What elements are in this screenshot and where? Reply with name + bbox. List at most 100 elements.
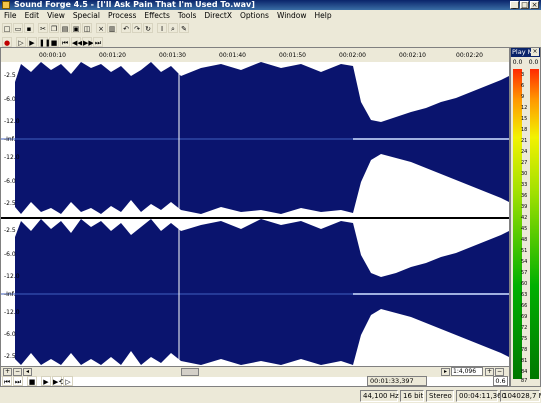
ruler-tick: 00:02:10 bbox=[399, 52, 426, 59]
meter-scale-label: 12 bbox=[521, 105, 528, 111]
peak-left: 0.0 bbox=[512, 59, 523, 66]
zoom-out-time-icon[interactable]: − bbox=[495, 368, 504, 376]
go-to-start-icon[interactable]: ⏮ bbox=[2, 376, 12, 386]
repeat-icon[interactable]: ↻ bbox=[143, 22, 153, 33]
paste-icon[interactable]: ▤ bbox=[60, 22, 70, 33]
db-label: -2.5 bbox=[4, 227, 16, 234]
left-channel[interactable]: -2.5 -6.0 -12.0 -Inf. -12.0 -6.0 -2.5 bbox=[1, 62, 509, 217]
meter-scale-label: 75 bbox=[521, 336, 528, 342]
meter-scale-label: 87 bbox=[521, 378, 528, 384]
file-length: 00:04:11,360 bbox=[456, 390, 506, 402]
pencil-tool-icon[interactable]: ✎ bbox=[179, 22, 189, 33]
redo-icon[interactable]: ↷ bbox=[132, 22, 142, 33]
menu-directx[interactable]: DirectX bbox=[200, 10, 236, 21]
menu-window[interactable]: Window bbox=[273, 10, 311, 21]
play-icon[interactable]: ▶ bbox=[27, 36, 37, 47]
cut-icon[interactable]: ✂ bbox=[38, 22, 48, 33]
stop-icon[interactable]: ■ bbox=[49, 36, 59, 47]
zoom-ratio[interactable]: 1:4,096 bbox=[451, 367, 483, 376]
meter-scale-label: 78 bbox=[521, 347, 528, 353]
meter-scale-label: 84 bbox=[521, 369, 528, 375]
menu-options[interactable]: Options bbox=[236, 10, 273, 21]
meter-scale-label: 27 bbox=[521, 160, 528, 166]
meter-scale-label: 57 bbox=[521, 270, 528, 276]
record-icon[interactable]: ● bbox=[2, 36, 12, 47]
menu-tools[interactable]: Tools bbox=[174, 10, 200, 21]
meter-scale-label: 66 bbox=[521, 303, 528, 309]
db-label: -12.0 bbox=[4, 154, 20, 161]
db-label: -2.5 bbox=[4, 353, 16, 360]
go-to-end-icon[interactable]: ⏭ bbox=[93, 36, 103, 47]
meter-scale-label: 60 bbox=[521, 281, 528, 287]
delete-icon[interactable]: × bbox=[96, 22, 106, 33]
meter-scale-label: 69 bbox=[521, 314, 528, 320]
play-looped-icon[interactable]: ▶⟲ bbox=[52, 376, 64, 386]
close-icon[interactable]: × bbox=[531, 48, 539, 56]
go-to-end-icon[interactable]: ⏭ bbox=[13, 376, 23, 386]
title-bar: Sound Forge 4.5 - [I'll Ask Pain That I'… bbox=[0, 0, 541, 10]
db-label: -6.0 bbox=[4, 251, 16, 258]
play-icon[interactable]: ▶ bbox=[41, 376, 51, 386]
meter-scale-label: 81 bbox=[521, 358, 528, 364]
undo-icon[interactable]: ↶ bbox=[121, 22, 131, 33]
app-icon bbox=[2, 1, 10, 9]
crop-icon[interactable]: ◫ bbox=[82, 22, 92, 33]
menu-special[interactable]: Special bbox=[69, 10, 104, 21]
rewind-icon[interactable]: ◀◀ bbox=[71, 36, 83, 47]
meter-scale-label: 9 bbox=[521, 94, 525, 100]
time-ruler[interactable]: 00:00:10 00:01:20 00:01:30 00:01:40 00:0… bbox=[1, 48, 509, 63]
ruler-tick: 00:00:10 bbox=[39, 52, 66, 59]
sample-rate: 44,100 Hz bbox=[360, 390, 399, 402]
standard-toolbar: □ ▭ ▪ ✂ ❐ ▤ ▣ ◫ × ▥ ↶ ↷ ↻ I ⌕ ✎ bbox=[0, 21, 541, 34]
ruler-tick: 00:01:40 bbox=[219, 52, 246, 59]
meter-scale-label: 63 bbox=[521, 292, 528, 298]
open-file-icon[interactable]: ▭ bbox=[13, 22, 23, 33]
meter-bar-right bbox=[530, 69, 539, 379]
db-label: -Inf. bbox=[4, 136, 16, 143]
db-label: -12.0 bbox=[4, 309, 20, 316]
maximize-button[interactable]: □ bbox=[520, 1, 529, 9]
zoom-in-time-icon[interactable]: + bbox=[485, 368, 494, 376]
save-icon[interactable]: ▪ bbox=[24, 22, 34, 33]
pause-icon[interactable]: ❚❚ bbox=[38, 36, 51, 47]
menu-process[interactable]: Process bbox=[104, 10, 140, 21]
meter-scale-label: 51 bbox=[521, 248, 528, 254]
new-file-icon[interactable]: □ bbox=[2, 22, 12, 33]
right-channel[interactable]: -2.5 -6.0 -12.0 -Inf. -12.0 -6.0 -2.5 bbox=[1, 219, 509, 369]
stop-icon[interactable]: ■ bbox=[27, 376, 37, 386]
close-button[interactable]: × bbox=[530, 1, 539, 9]
db-label: -Inf. bbox=[4, 291, 16, 298]
window-transport: ⏮ ⏭ ■ ▶ ▶⟲ ▷ bbox=[0, 375, 400, 387]
scroll-right-icon[interactable]: ▸ bbox=[441, 368, 450, 376]
status-message bbox=[1, 390, 358, 402]
minimize-button[interactable]: _ bbox=[510, 1, 519, 9]
waveform-window[interactable]: 00:00:10 00:01:20 00:01:30 00:01:40 00:0… bbox=[0, 47, 510, 387]
meter-scale-label: 15 bbox=[521, 116, 528, 122]
left-waveform bbox=[1, 62, 509, 217]
play-all-icon[interactable]: ▷ bbox=[16, 36, 26, 47]
ruler-tick: 00:01:30 bbox=[159, 52, 186, 59]
db-label: -6.0 bbox=[4, 178, 16, 185]
menu-file[interactable]: File bbox=[0, 10, 21, 21]
position-display: 00:01:33,397 bbox=[367, 376, 427, 386]
trim-icon[interactable]: ▥ bbox=[107, 22, 117, 33]
meter-scale-label: 6 bbox=[521, 83, 525, 89]
right-waveform bbox=[1, 219, 509, 369]
play-all-icon[interactable]: ▷ bbox=[63, 376, 73, 386]
mix-icon[interactable]: ▣ bbox=[71, 22, 81, 33]
meter-scale-label: 36 bbox=[521, 193, 528, 199]
forward-icon[interactable]: ▶▶ bbox=[82, 36, 94, 47]
menu-help[interactable]: Help bbox=[311, 10, 336, 21]
magnify-tool-icon[interactable]: ⌕ bbox=[168, 22, 178, 33]
edit-tool-icon[interactable]: I bbox=[157, 22, 167, 33]
menu-effects[interactable]: Effects bbox=[140, 10, 174, 21]
ruler-tick: 00:01:50 bbox=[279, 52, 306, 59]
menu-edit[interactable]: Edit bbox=[21, 10, 44, 21]
copy-icon[interactable]: ❐ bbox=[49, 22, 59, 33]
go-to-start-icon[interactable]: ⏮ bbox=[60, 36, 70, 47]
menu-view[interactable]: View bbox=[43, 10, 69, 21]
meter-scale-label: 45 bbox=[521, 226, 528, 232]
zoom-level[interactable]: 0.6 bbox=[493, 376, 508, 386]
db-label: -12.0 bbox=[4, 273, 20, 280]
bit-depth: 16 bit bbox=[400, 390, 424, 402]
